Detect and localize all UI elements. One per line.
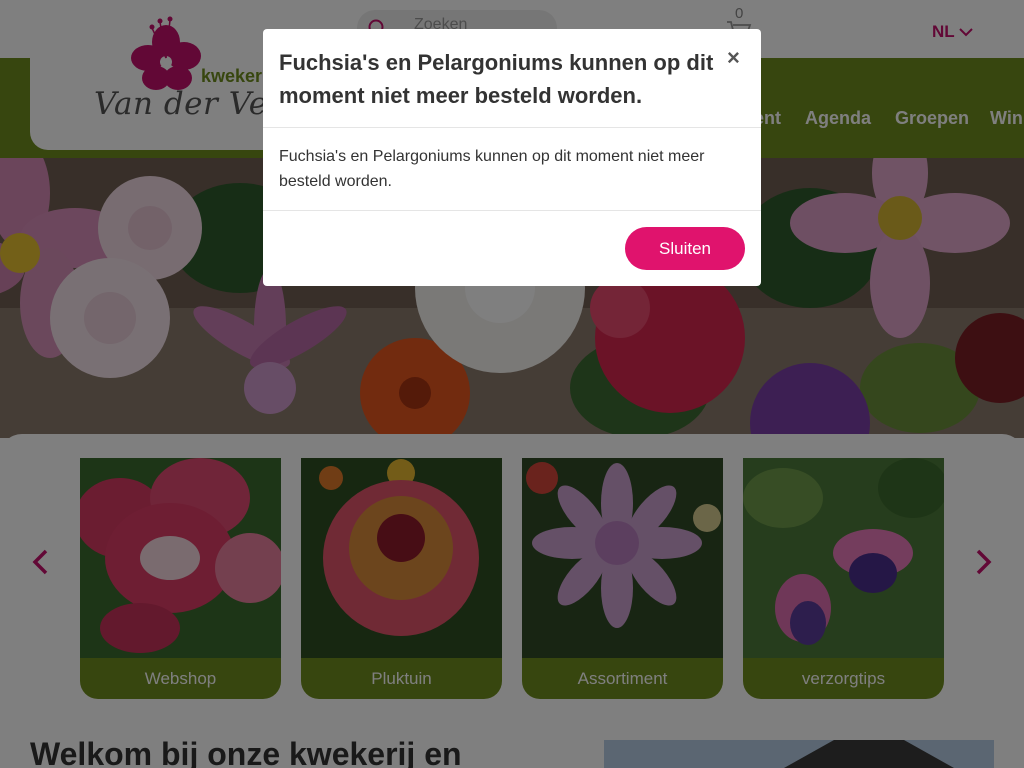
close-icon[interactable]: × [727,45,740,71]
divider [263,210,761,211]
modal-body: Fuchsia's en Pelargoniums kunnen op dit … [279,148,705,190]
close-button[interactable]: Sluiten [625,227,745,270]
modal-title: Fuchsia's en Pelargoniums kunnen op dit … [279,50,714,108]
divider [263,127,761,128]
notice-modal: Fuchsia's en Pelargoniums kunnen op dit … [263,29,761,286]
